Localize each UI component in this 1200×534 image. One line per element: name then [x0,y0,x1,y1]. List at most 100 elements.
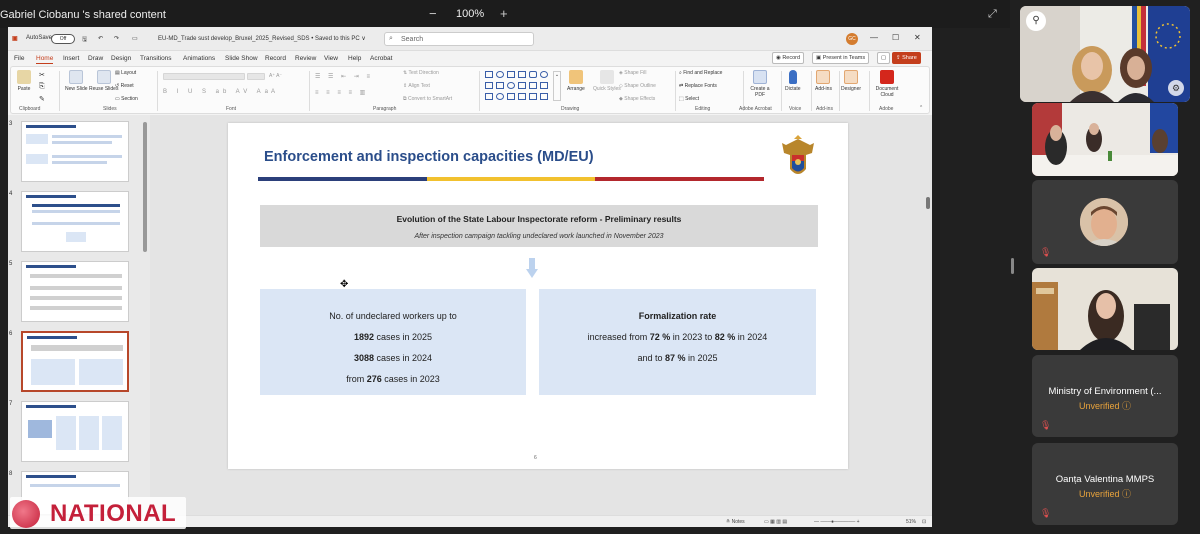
arrange-button[interactable]: Arrange [567,70,585,92]
autosave-toggle[interactable]: Off [51,34,75,44]
format-painter-icon[interactable]: ✎ [39,95,45,103]
tab-draw[interactable]: Draw [88,55,103,62]
slide-thumbnail-6[interactable] [21,331,129,392]
designer-button[interactable]: Designer [841,70,861,92]
search-input[interactable]: ⌕ Search [384,32,534,46]
layout-button[interactable]: ▤ Layout [115,70,136,76]
addins-button[interactable]: Add-ins [815,70,832,92]
align-icons[interactable]: ≡ ≡ ≡ ≡ ▥ [315,89,368,96]
results-banner[interactable]: Evolution of the State Labour Inspectora… [260,205,818,247]
font-family-select[interactable] [163,73,245,80]
document-title[interactable]: EU-MD_Trade sust develop_Bruxel_2025_Rev… [158,35,366,42]
slide-thumbnail-5[interactable] [21,261,129,322]
save-icon[interactable]: 🖫 [82,35,87,45]
slide-canvas[interactable]: Enforcement and inspection capacities (M… [228,123,848,469]
editor-scrollbar[interactable] [926,197,930,209]
undeclared-workers-box[interactable]: No. of undeclared workers up to 1892 cas… [260,289,526,395]
shape-outline-button[interactable]: ◇ Shape Outline [619,83,656,89]
microphone-icon [788,70,797,84]
list-icons[interactable]: ☰ ☰ ⇤ ⇥ ≡ [315,73,373,80]
notes-button[interactable]: ≚ Notes [726,519,745,525]
video-frame-woman [1032,268,1178,350]
zoom-slider[interactable]: — ───●────── + [814,519,860,525]
font-grow-icon[interactable]: A⁺ A⁻ [269,73,282,79]
avatar[interactable]: GC [846,33,858,45]
thumbnail-scrollbar[interactable] [143,122,147,252]
shape-fill-button[interactable]: ◈ Shape Fill [619,70,646,76]
teams-icon: ▣ [816,55,823,61]
zoom-in-button[interactable]: + [500,6,508,21]
more-options-icon[interactable]: ⚙ [1168,80,1184,96]
create-pdf-button[interactable]: Create a PDF [749,70,771,98]
tab-transitions[interactable]: Transitions [140,55,172,62]
slide-thumbnail-4[interactable] [21,191,129,252]
reset-button[interactable]: ↺ Reset [115,83,134,89]
comments-button[interactable]: ▢ [877,52,891,64]
participant-tile-2[interactable]: Oanța Valentina MMPS Unverified ⓘ 🎙 [1032,443,1178,525]
tab-view[interactable]: View [324,55,338,62]
close-icon[interactable]: ✕ [914,33,921,42]
find-replace-button[interactable]: ⌕ Find and Replace [679,70,722,76]
redo-icon[interactable]: ↷ [114,35,119,42]
zoom-out-button[interactable]: − [429,6,437,21]
tab-help[interactable]: Help [348,55,361,62]
convert-smartart-button[interactable]: ⧉ Convert to SmartArt [403,96,452,102]
paste-button[interactable]: Paste [17,70,31,92]
collapse-ribbon-icon[interactable]: ⌃ [919,105,923,111]
maximize-icon[interactable]: ☐ [892,33,899,42]
align-text-button[interactable]: ⇕ Align Text [403,83,430,89]
font-color-icon[interactable]: A [271,89,275,95]
slide-thumbnail-7[interactable] [21,401,129,462]
participant-video-woman[interactable] [1032,268,1178,350]
tab-review[interactable]: Review [295,55,316,62]
quick-access-icon[interactable]: ▭ [132,35,138,42]
font-size-select[interactable] [247,73,265,80]
select-button[interactable]: ⬚ Select [679,96,699,102]
addins-icon [816,70,831,84]
shapes-more-icon[interactable]: ⌄ [553,71,561,101]
stripe-yellow [426,177,596,181]
present-in-teams-button[interactable]: ▣ Present in Teams [812,52,870,64]
share-button[interactable]: ⇪ Share [892,52,921,64]
tab-design[interactable]: Design [111,55,131,62]
dictate-button[interactable]: Dictate [785,70,801,92]
view-buttons[interactable]: ▭ ▦ ▥ ▤ [764,519,787,525]
video-frame-office [1032,103,1178,176]
tab-record[interactable]: Record [265,55,286,62]
minimize-icon[interactable]: — [870,33,878,42]
participant-tile-1[interactable]: Ministry of Environment (... Unverified … [1032,355,1178,437]
group-paragraph-label: Paragraph [373,106,397,112]
tab-file[interactable]: File [14,55,24,62]
tab-acrobat[interactable]: Acrobat [370,55,392,62]
undo-icon[interactable]: ↶ [98,35,103,42]
group-voice-label: Voice [789,106,802,112]
pin-icon[interactable]: ⚲ [1026,11,1046,31]
slide-title[interactable]: Enforcement and inspection capacities (M… [264,149,594,165]
shape-effects-button[interactable]: ◆ Shape Effects [619,96,655,102]
font-format-icons[interactable]: B I U S ab AV Aa [163,89,272,95]
participant-scrollbar[interactable] [1011,258,1014,274]
tab-slide-show[interactable]: Slide Show [225,55,258,62]
copy-icon[interactable]: ⎘ [39,83,45,91]
document-cloud-button[interactable]: Document Cloud [873,70,901,98]
status-zoom-level[interactable]: 51% [906,519,916,525]
cut-icon[interactable]: ✂ [39,71,45,79]
fit-slide-icon[interactable]: ⊡ [922,519,926,525]
participant-tile-avatar[interactable]: 🎙 [1032,180,1178,264]
new-slide-button[interactable]: New Slide [65,70,88,92]
thumb-number: 6 [9,331,13,337]
stat-line-2025: 1892 cases in 2025 [353,332,433,342]
text-direction-button[interactable]: ⇅ Text Direction [403,70,439,76]
tab-insert[interactable]: Insert [63,55,79,62]
slide-thumbnail-3[interactable] [21,121,129,182]
formalization-rate-box[interactable]: Formalization rate increased from 72 % i… [539,289,816,395]
quick-styles-button[interactable]: Quick Styles [593,70,621,92]
replace-fonts-button[interactable]: ⇄ Replace Fonts [679,83,717,89]
thumb-number: 8 [9,471,13,477]
tab-home[interactable]: Home [36,55,54,64]
participant-video-office[interactable] [1032,103,1178,176]
record-button[interactable]: ◉ Record [772,52,805,64]
section-button[interactable]: ▭ Section [115,96,138,102]
expand-icon[interactable]: ⤢ [988,8,997,21]
tab-animations[interactable]: Animations [183,55,215,62]
